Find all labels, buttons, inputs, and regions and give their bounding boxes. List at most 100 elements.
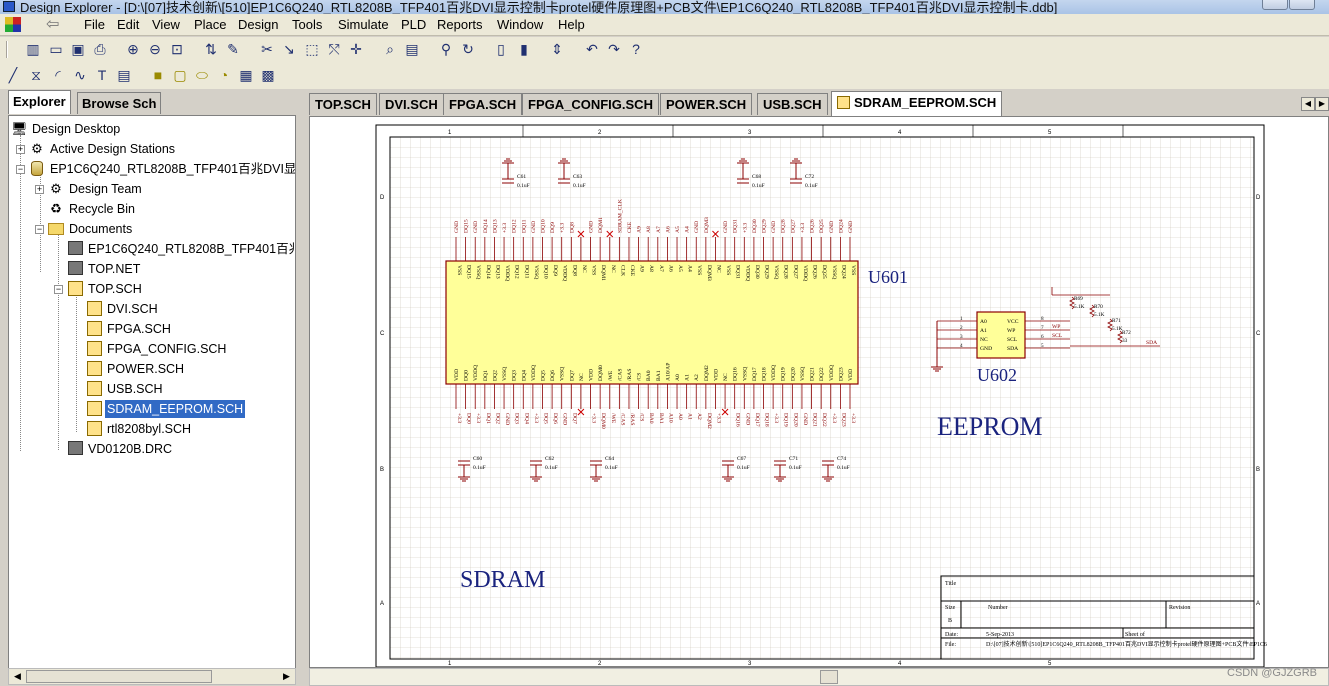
probe-icon[interactable]: ✎ <box>224 40 242 58</box>
back-arrow-icon[interactable]: ⇦ <box>46 17 72 33</box>
design-manager-icon[interactable]: ▥ <box>24 40 42 58</box>
menu-tools[interactable]: Tools <box>292 16 322 34</box>
design-tree: 🖥 Design Desktop + ⚙ Active Design Stati… <box>8 115 296 683</box>
hierarchy-icon[interactable]: ⇅ <box>202 40 220 58</box>
scrollbar-thumb[interactable] <box>26 670 212 683</box>
save-icon[interactable]: ▣ <box>69 40 87 58</box>
resistor-ref: R71 <box>1112 318 1121 324</box>
line-icon[interactable]: ╱ <box>4 66 22 84</box>
redo-icon[interactable]: ↷ <box>605 40 623 58</box>
help-icon[interactable]: ? <box>627 40 645 58</box>
u601-designator: U601 <box>868 267 908 287</box>
browse-icon[interactable]: ⌕ <box>381 40 399 58</box>
system-menu-icon[interactable] <box>5 17 21 32</box>
print-icon[interactable]: ⎙ <box>91 40 109 58</box>
menu-edit[interactable]: Edit <box>117 16 139 34</box>
tree-horizontal-scrollbar[interactable]: ◀ ▶ <box>8 668 296 685</box>
capacitor-ref: C61 <box>517 174 526 180</box>
menu-simulate[interactable]: Simulate <box>338 16 389 34</box>
menu-reports[interactable]: Reports <box>437 16 483 34</box>
maximize-button[interactable] <box>1289 0 1315 10</box>
probe-tool-icon[interactable]: ⚲ <box>437 40 455 58</box>
polygon-icon[interactable]: ⧖ <box>27 66 45 84</box>
u601-net-label: GND <box>531 221 537 233</box>
select-icon[interactable]: ⬚ <box>303 40 321 58</box>
u601-pin-name: A7 <box>658 265 664 272</box>
rounded-rectangle-icon[interactable]: ▢ <box>171 66 189 84</box>
u601-pin-name: /CAS <box>617 369 623 381</box>
u601-pin-name: DQ7 <box>569 370 575 381</box>
array-icon[interactable]: ▩ <box>259 66 277 84</box>
menu-pld[interactable]: PLD <box>401 16 426 34</box>
zoom-out-icon[interactable]: ⊖ <box>146 40 164 58</box>
net-label-sda: SDA <box>1146 340 1157 346</box>
tab-power-sch[interactable]: POWER.SCH <box>660 93 753 115</box>
u601-pin-name: A2 <box>694 374 700 381</box>
tab-top-sch[interactable]: TOP.SCH <box>309 93 377 115</box>
text-frame-icon[interactable]: ▤ <box>115 66 133 84</box>
collapse-toggle[interactable]: − <box>54 285 63 294</box>
zoom-in-icon[interactable]: ⊕ <box>124 40 142 58</box>
paste-icon[interactable]: ↘ <box>280 40 298 58</box>
scroll-left-arrow-icon[interactable]: ◀ <box>10 670 25 683</box>
cut-icon[interactable]: ✂ <box>258 40 276 58</box>
zoom-fit-icon[interactable]: ⊡ <box>168 40 186 58</box>
collapse-toggle[interactable]: − <box>16 165 25 174</box>
border-row-marker: C <box>1256 331 1261 337</box>
u601-pin-name: DQ14 <box>485 265 491 279</box>
pie-icon[interactable]: ◔ <box>215 66 233 84</box>
file-label: File: <box>945 642 956 648</box>
update-icon[interactable]: ↻ <box>459 40 477 58</box>
move-icon[interactable]: ✛ <box>347 40 365 58</box>
ellipse-icon[interactable]: ⬭ <box>193 66 211 84</box>
u601-net-label: /WE <box>610 413 616 424</box>
library-icon[interactable]: ▤ <box>403 40 421 58</box>
u601-net-label: GND <box>589 221 595 233</box>
deselect-icon[interactable]: ⤲ <box>325 40 343 58</box>
capacitor-ref: C74 <box>837 456 846 462</box>
border-row-marker: D <box>1256 195 1261 201</box>
schematic-canvas[interactable]: 1122334455DDCCBBAA VSS GND DQ15 DQ15 VSSQ GND… <box>309 116 1329 668</box>
menu-design[interactable]: Design <box>238 16 278 34</box>
text-icon[interactable]: T <box>93 66 111 84</box>
menu-place[interactable]: Place <box>194 16 227 34</box>
tab-scroll-left-icon[interactable]: ◀ <box>1301 97 1315 111</box>
tab-dvi-sch[interactable]: DVI.SCH <box>379 93 444 115</box>
tab-sdram-eeprom-sch[interactable]: SDRAM_EEPROM.SCH <box>831 91 1003 116</box>
scrollbar-thumb[interactable] <box>820 670 838 684</box>
u601-pin-name: DQ1 <box>483 370 489 381</box>
document-horizontal-scrollbar[interactable] <box>309 668 1329 686</box>
tab-browse-sch[interactable]: Browse Sch <box>77 92 162 114</box>
menu-window[interactable]: Window <box>497 16 543 34</box>
menu-help[interactable]: Help <box>558 16 585 34</box>
main-toolbar: ▥ ▭ ▣ ⎙ ⊕ ⊖ ⊡ ⇅ ✎ ✂ ↘ ⬚ ⤲ ✛ ⌕ ▤ ⚲ ↻ ▯ ▮ … <box>0 37 1329 63</box>
book-icon[interactable]: ▯ <box>492 40 510 58</box>
expand-toggle[interactable]: + <box>16 145 25 154</box>
u601-net-label: GND <box>723 221 729 233</box>
collapse-toggle[interactable]: − <box>35 225 44 234</box>
tab-explorer[interactable]: Explorer <box>8 90 71 114</box>
recycle-bin-icon: ♻ <box>50 201 62 216</box>
u601-net-label: A5 <box>675 226 681 233</box>
tab-fpga-config-sch[interactable]: FPGA_CONFIG.SCH <box>522 93 659 115</box>
expand-toggle[interactable]: + <box>35 185 44 194</box>
tab-fpga-sch[interactable]: FPGA.SCH <box>443 93 523 115</box>
scroll-right-arrow-icon[interactable]: ▶ <box>279 670 294 683</box>
grid-icon[interactable]: ⇕ <box>548 40 566 58</box>
menu-view[interactable]: View <box>152 16 180 34</box>
minimize-button[interactable] <box>1262 0 1288 10</box>
arc-icon[interactable]: ◜ <box>49 66 67 84</box>
undo-icon[interactable]: ↶ <box>583 40 601 58</box>
open-folder-icon[interactable]: ▭ <box>47 40 65 58</box>
menu-file[interactable]: File <box>84 16 105 34</box>
u601-pin-name: /WE <box>608 370 614 381</box>
u601-net-label: GND <box>771 221 777 233</box>
schematic-sheet[interactable]: 1122334455D DC CB BA A VSSGNDDQ15DQ15VSSQGND… <box>310 117 1329 668</box>
bezier-icon[interactable]: ∿ <box>71 66 89 84</box>
rectangle-icon[interactable]: ■ <box>149 66 167 84</box>
library-add-icon[interactable]: ▮ <box>515 40 533 58</box>
border-row-marker: A <box>1256 601 1260 607</box>
tab-scroll-right-icon[interactable]: ▶ <box>1315 97 1329 111</box>
graphic-icon[interactable]: ▦ <box>237 66 255 84</box>
tab-usb-sch[interactable]: USB.SCH <box>757 93 828 115</box>
